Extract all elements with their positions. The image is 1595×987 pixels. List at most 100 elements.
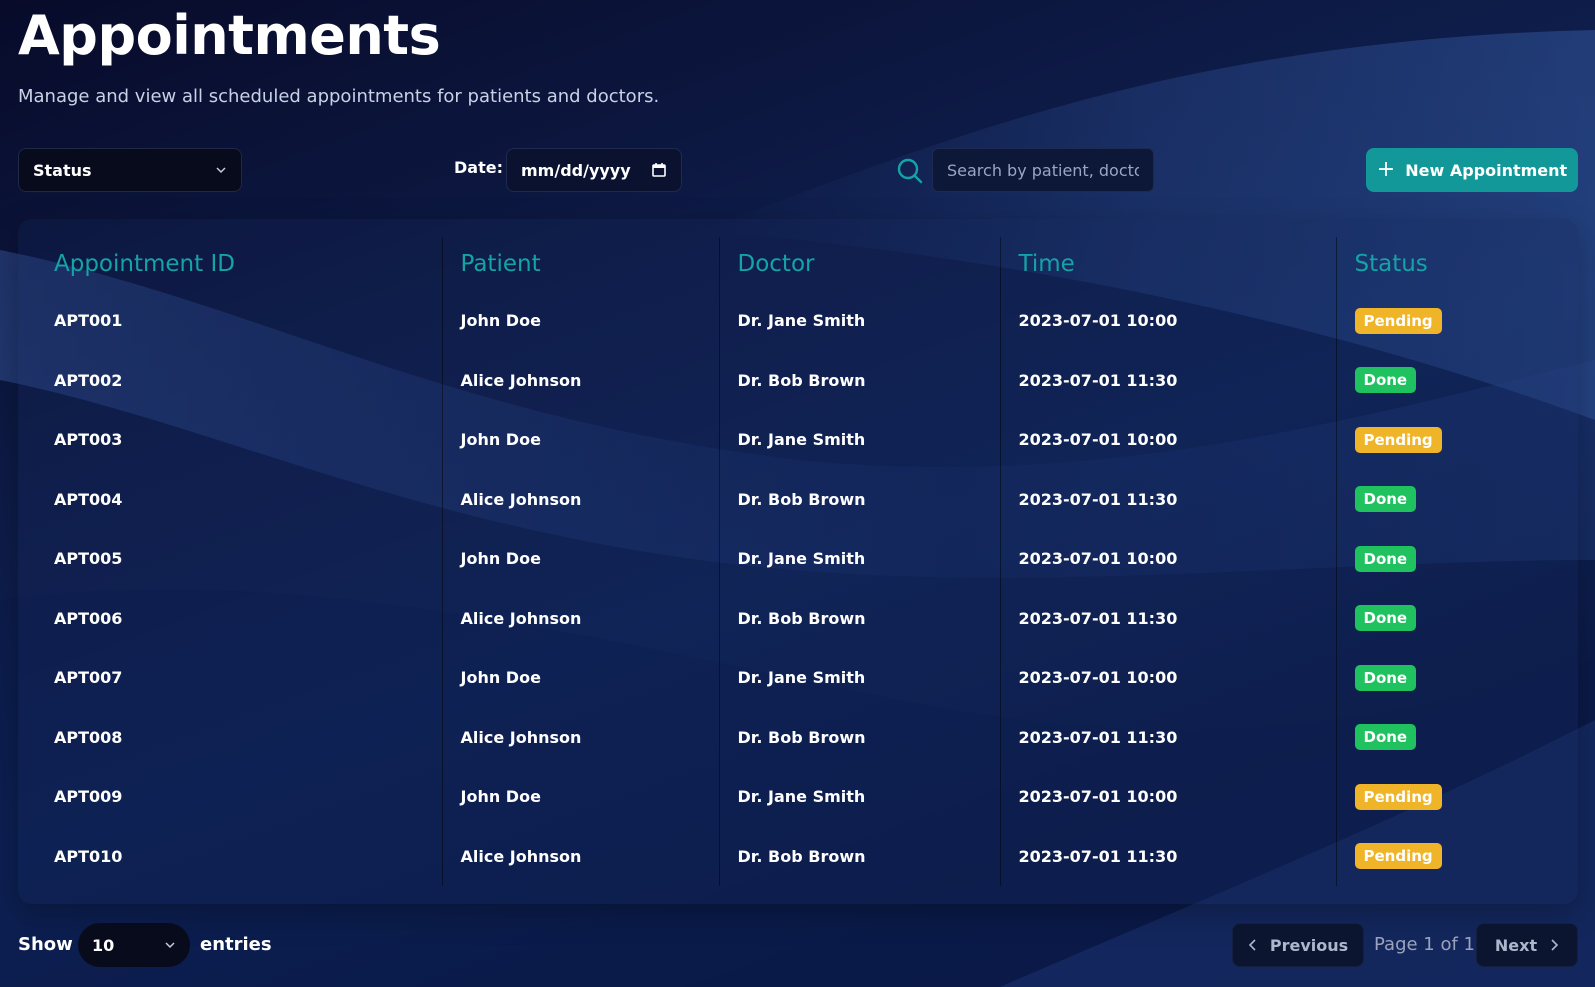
- cell-patient: Alice Johnson: [442, 826, 720, 886]
- cell-status: Done: [1336, 351, 1578, 411]
- cell-appointment-id: APT009: [18, 767, 443, 827]
- cell-status: Done: [1336, 470, 1578, 530]
- cell-doctor: Dr. Jane Smith: [719, 410, 1001, 470]
- page-info: Page 1 of 1: [1374, 934, 1475, 955]
- cell-appointment-id: APT004: [18, 469, 443, 529]
- status-badge: Pending: [1354, 426, 1442, 453]
- table-body: APT001 John Doe Dr. Jane Smith 2023-07-01 1…: [18, 291, 1578, 886]
- cell-appointment-id: APT008: [18, 707, 443, 767]
- search-icon: [897, 158, 923, 184]
- cell-status: Done: [1336, 589, 1578, 649]
- cell-time: 2023-07-01 10:00: [1000, 529, 1337, 589]
- column-header-doctor[interactable]: Doctor: [719, 237, 1001, 291]
- status-badge: Done: [1354, 367, 1417, 394]
- cell-appointment-id: APT010: [18, 826, 443, 886]
- status-badge: Done: [1354, 486, 1417, 513]
- table-row[interactable]: APT006 Alice Johnson Dr. Bob Brown 2023-07-…: [18, 588, 1578, 649]
- next-page-button[interactable]: Next: [1476, 923, 1578, 967]
- status-filter-select[interactable]: Status: [18, 148, 242, 192]
- cell-time: 2023-07-01 10:00: [1000, 410, 1337, 470]
- next-label: Next: [1494, 935, 1538, 955]
- cell-time: 2023-07-01 11:30: [1000, 588, 1337, 648]
- cell-appointment-id: APT003: [18, 410, 443, 470]
- search-input[interactable]: [932, 148, 1154, 192]
- cell-doctor: Dr. Bob Brown: [719, 826, 1001, 886]
- cell-status: Pending: [1336, 291, 1578, 351]
- table-row[interactable]: APT009 John Doe Dr. Jane Smith 2023-07-01 1…: [18, 767, 1578, 827]
- cell-appointment-id: APT007: [18, 648, 443, 708]
- cell-appointment-id: APT005: [18, 529, 443, 589]
- column-header-status[interactable]: Status: [1336, 237, 1578, 291]
- cell-time: 2023-07-01 10:00: [1000, 291, 1337, 351]
- cell-doctor: Dr. Jane Smith: [719, 529, 1001, 589]
- date-input[interactable]: mm/dd/yyyy: [506, 148, 682, 192]
- cell-doctor: Dr. Bob Brown: [719, 707, 1001, 767]
- entries-per-page-select[interactable]: 10: [78, 923, 190, 967]
- table-row[interactable]: APT004 Alice Johnson Dr. Bob Brown 2023-07-…: [18, 469, 1578, 530]
- column-header-appointment-id[interactable]: Appointment ID: [18, 237, 443, 291]
- previous-label: Previous: [1269, 935, 1349, 955]
- chevron-right-icon: [1551, 939, 1559, 951]
- date-value: mm/dd/yyyy: [521, 160, 631, 180]
- status-badge: Done: [1354, 545, 1417, 572]
- cell-patient: Alice Johnson: [442, 350, 720, 410]
- status-filter-value: Status: [33, 160, 92, 180]
- column-header-patient[interactable]: Patient: [442, 237, 720, 291]
- cell-patient: Alice Johnson: [442, 469, 720, 529]
- chevron-down-icon: [216, 167, 226, 174]
- previous-page-button[interactable]: Previous: [1232, 923, 1364, 967]
- calendar-icon[interactable]: [651, 162, 667, 178]
- table-row[interactable]: APT007 John Doe Dr. Jane Smith 2023-07-01 1…: [18, 648, 1578, 708]
- entries-value: 10: [92, 935, 115, 955]
- cell-doctor: Dr. Bob Brown: [719, 469, 1001, 529]
- cell-time: 2023-07-01 10:00: [1000, 648, 1337, 708]
- cell-patient: Alice Johnson: [442, 707, 720, 767]
- cell-status: Pending: [1336, 410, 1578, 470]
- plus-icon: +: [1376, 157, 1396, 182]
- new-appointment-label: New Appointment: [1405, 160, 1568, 180]
- cell-doctor: Dr. Bob Brown: [719, 588, 1001, 648]
- cell-status: Done: [1336, 648, 1578, 708]
- cell-time: 2023-07-01 11:30: [1000, 707, 1337, 767]
- appointments-table: Appointment ID Patient Doctor Time Statu…: [18, 237, 1578, 886]
- page-title: Appointments: [18, 4, 441, 67]
- cell-status: Done: [1336, 708, 1578, 768]
- table-row[interactable]: APT002 Alice Johnson Dr. Bob Brown 2023-07-…: [18, 350, 1578, 411]
- cell-patient: John Doe: [442, 648, 720, 708]
- cell-appointment-id: APT001: [18, 291, 443, 351]
- status-badge: Done: [1354, 724, 1417, 751]
- new-appointment-button[interactable]: + New Appointment: [1366, 148, 1578, 192]
- cell-appointment-id: APT002: [18, 350, 443, 410]
- date-label: Date:: [454, 158, 503, 177]
- table-row[interactable]: APT001 John Doe Dr. Jane Smith 2023-07-01 1…: [18, 291, 1578, 351]
- cell-patient: John Doe: [442, 291, 720, 351]
- appointments-table-card: Appointment ID Patient Doctor Time Statu…: [18, 219, 1578, 904]
- cell-time: 2023-07-01 11:30: [1000, 826, 1337, 886]
- status-badge: Pending: [1354, 307, 1442, 334]
- column-header-time[interactable]: Time: [1000, 237, 1337, 291]
- table-header-row: Appointment ID Patient Doctor Time Statu…: [18, 237, 1578, 291]
- status-badge: Pending: [1354, 783, 1442, 810]
- table-row[interactable]: APT010 Alice Johnson Dr. Bob Brown 2023-07-…: [18, 826, 1578, 887]
- cell-status: Pending: [1336, 827, 1578, 887]
- status-badge: Done: [1354, 664, 1417, 691]
- cell-time: 2023-07-01 11:30: [1000, 469, 1337, 529]
- cell-doctor: Dr. Bob Brown: [719, 350, 1001, 410]
- table-row[interactable]: APT003 John Doe Dr. Jane Smith 2023-07-01 1…: [18, 410, 1578, 470]
- cell-doctor: Dr. Jane Smith: [719, 767, 1001, 827]
- cell-status: Pending: [1336, 767, 1578, 827]
- cell-patient: Alice Johnson: [442, 588, 720, 648]
- chevron-down-icon: [165, 942, 175, 949]
- cell-doctor: Dr. Jane Smith: [719, 648, 1001, 708]
- table-row[interactable]: APT008 Alice Johnson Dr. Bob Brown 2023-07-…: [18, 707, 1578, 768]
- status-badge: Pending: [1354, 843, 1442, 870]
- cell-time: 2023-07-01 10:00: [1000, 767, 1337, 827]
- table-row[interactable]: APT005 John Doe Dr. Jane Smith 2023-07-01 1…: [18, 529, 1578, 589]
- cell-appointment-id: APT006: [18, 588, 443, 648]
- page-subtitle: Manage and view all scheduled appointmen…: [18, 86, 660, 107]
- show-label: Show: [18, 934, 73, 955]
- cell-patient: John Doe: [442, 767, 720, 827]
- entries-label: entries: [200, 934, 272, 955]
- cell-doctor: Dr. Jane Smith: [719, 291, 1001, 351]
- chevron-left-icon: [1248, 939, 1256, 951]
